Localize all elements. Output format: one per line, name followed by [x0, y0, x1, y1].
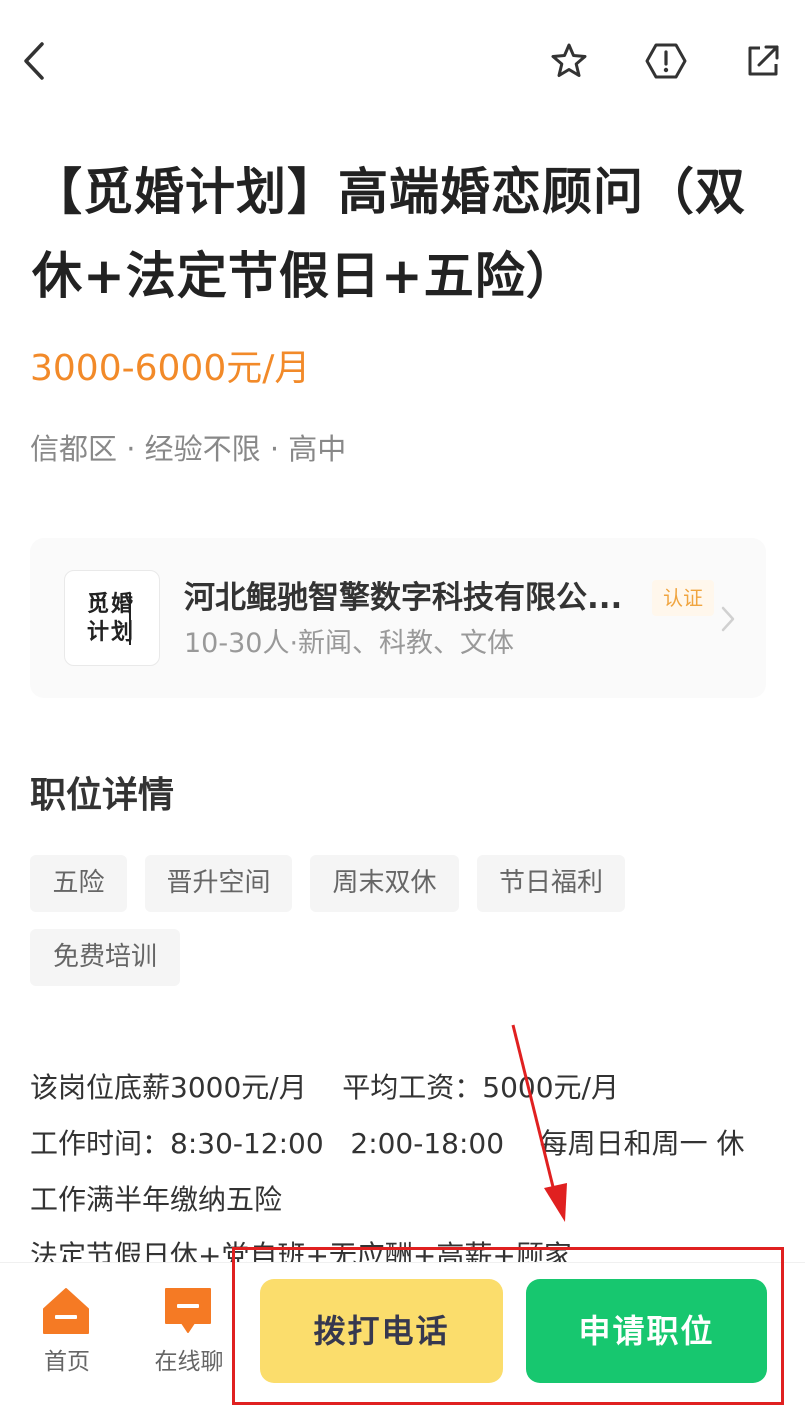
salary-range: 3000-6000元/月 — [30, 348, 311, 389]
description-line: 工作满半年缴纳五险 — [30, 1183, 283, 1216]
welfare-tag: 五险 — [30, 855, 127, 912]
company-name: 河北鲲驰智擎数字科技有限公... — [184, 580, 623, 616]
nav-chat-label: 在线聊 — [154, 1349, 224, 1375]
star-icon[interactable] — [548, 40, 590, 82]
welfare-tag: 晋升空间 — [145, 855, 292, 912]
welfare-tag: 免费培训 — [30, 929, 180, 986]
report-icon[interactable] — [643, 40, 689, 82]
company-logo-text: 觅婚计划 — [87, 592, 136, 645]
description-line: 该岗位底薪3000元/月 平均工资：5000元/月 — [30, 1071, 619, 1104]
nav-home[interactable]: 首页 — [12, 1263, 122, 1407]
chevron-right-icon — [721, 606, 735, 632]
welfare-tag: 周末双休 — [310, 855, 459, 912]
nav-online-chat[interactable]: 在线聊 — [134, 1263, 244, 1407]
job-title: 【觅婚计划】高端婚恋顾问（双休+法定节假日+五险） — [32, 163, 746, 305]
back-icon[interactable] — [18, 38, 52, 84]
nav-home-label: 首页 — [44, 1349, 90, 1375]
chat-icon — [165, 1288, 211, 1333]
description-line: 工作时间：8:30-12:00 2:00-18:00 每周日和周一 休 — [30, 1127, 745, 1160]
share-icon[interactable] — [742, 40, 784, 82]
annotation-highlight-box — [232, 1247, 784, 1405]
top-bar — [0, 0, 805, 120]
company-description: 10-30人·新闻、科教、文体 — [184, 628, 515, 659]
job-meta: 信都区 · 经验不限 · 高中 — [30, 432, 347, 466]
company-logo: 觅婚计划 — [64, 570, 160, 666]
company-card[interactable]: 觅婚计划 河北鲲驰智擎数字科技有限公... 认证 10-30人·新闻、科教、文体 — [30, 538, 766, 698]
section-title-job-details: 职位详情 — [30, 775, 175, 816]
logo-divider — [129, 593, 131, 645]
welfare-tag: 节日福利 — [477, 855, 625, 912]
certified-badge: 认证 — [652, 580, 714, 616]
home-icon — [43, 1288, 89, 1334]
